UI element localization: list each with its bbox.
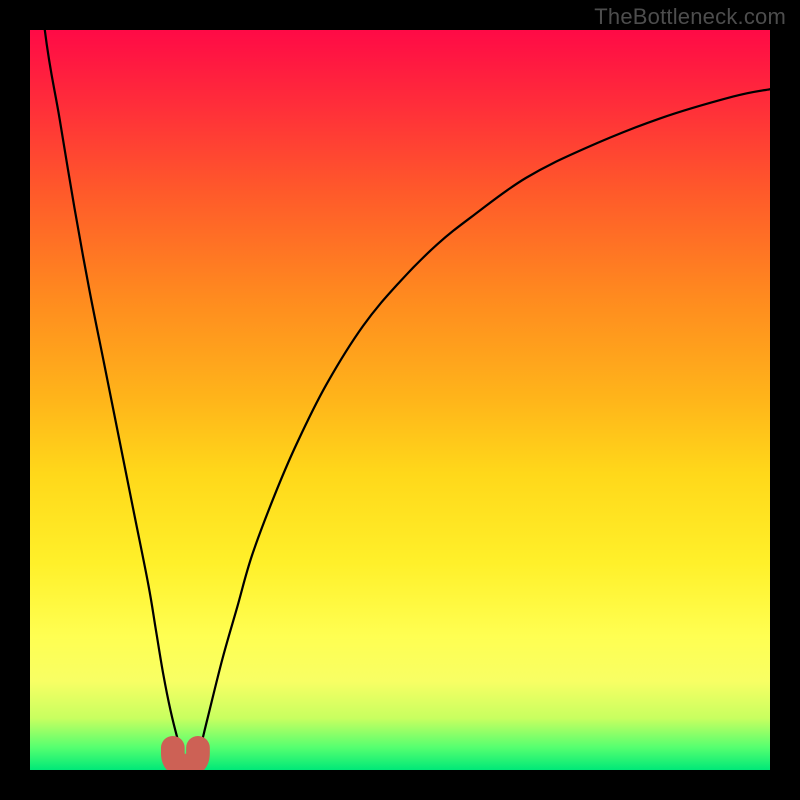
optimal-region-marker xyxy=(173,748,198,766)
chart-frame: TheBottleneck.com xyxy=(0,0,800,800)
bottleneck-curve xyxy=(30,30,770,767)
chart-svg xyxy=(30,30,770,770)
watermark-text: TheBottleneck.com xyxy=(594,4,786,30)
chart-plot-area xyxy=(30,30,770,770)
